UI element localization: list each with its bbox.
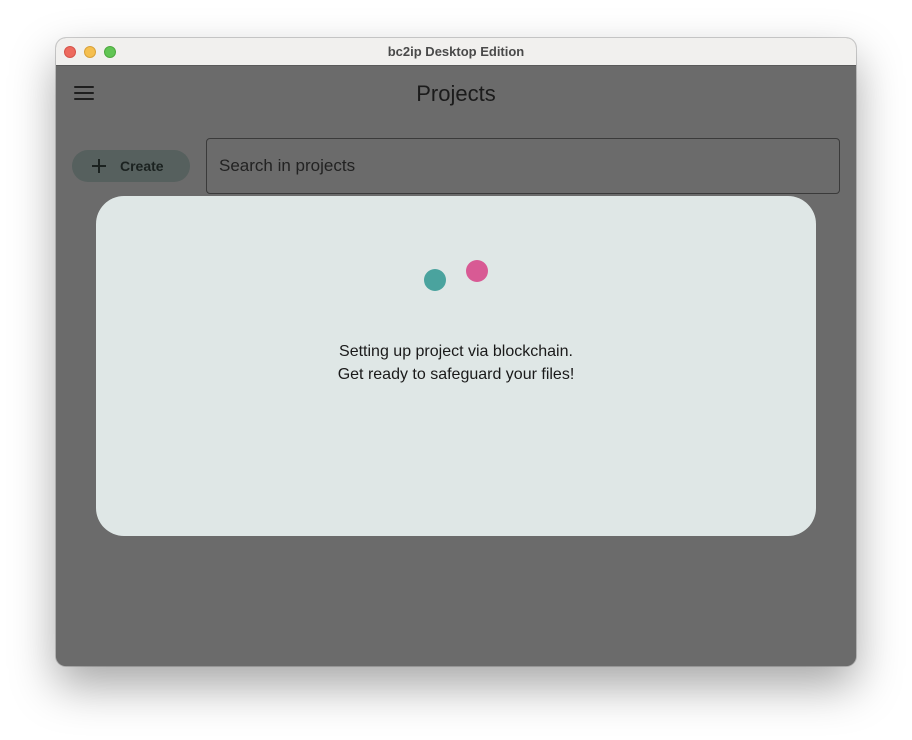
app-content: Projects Create Setting up project via b… (56, 66, 856, 666)
plus-icon (92, 159, 106, 173)
create-button-label: Create (120, 158, 164, 174)
title-bar[interactable]: bc2ip Desktop Edition (56, 38, 856, 66)
app-window: bc2ip Desktop Edition Projects Create Se… (56, 38, 856, 666)
create-project-button[interactable]: Create (72, 150, 190, 182)
loading-spinner (96, 196, 816, 316)
progress-message-line-2: Get ready to safeguard your files! (337, 366, 575, 383)
search-projects-input[interactable] (206, 138, 840, 194)
loading-dot-pink (466, 260, 488, 282)
window-title: bc2ip Desktop Edition (387, 44, 525, 59)
loading-dot-teal (424, 269, 446, 291)
progress-message: Setting up project via blockchain. Get r… (96, 340, 816, 386)
progress-dialog: Setting up project via blockchain. Get r… (96, 196, 816, 536)
page-title: Projects (416, 81, 496, 106)
progress-message-line-1: Setting up project via blockchain. (339, 343, 573, 360)
